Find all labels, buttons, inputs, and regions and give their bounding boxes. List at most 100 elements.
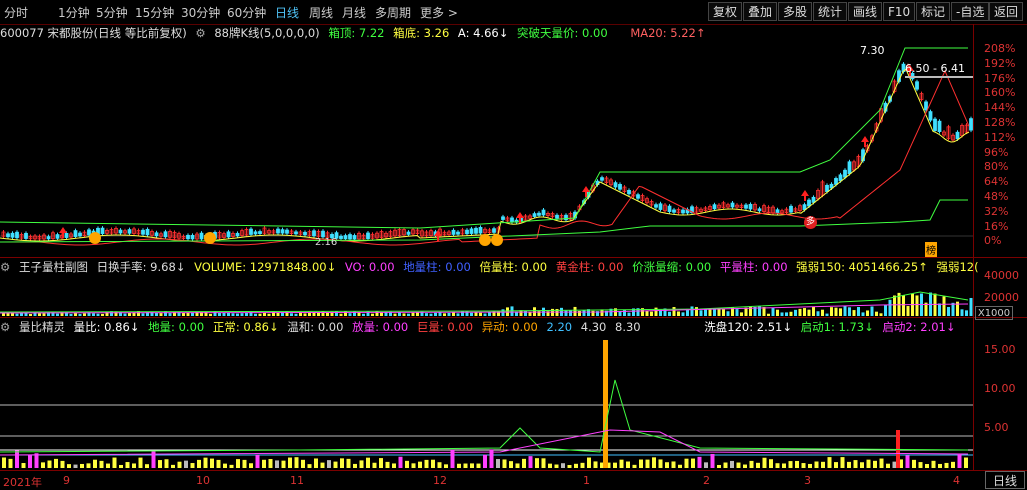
- volume-bar: [524, 310, 527, 316]
- ratio-bar: [574, 463, 578, 468]
- ratio-bar: [587, 457, 591, 468]
- candle-body: [199, 232, 204, 240]
- volume-bar: [726, 311, 730, 316]
- volume-bar: [794, 309, 797, 316]
- candle-body: [969, 118, 973, 131]
- candle-body: [258, 231, 262, 235]
- candle-body: [636, 194, 640, 199]
- candle-body: [15, 231, 19, 239]
- long-marker: 多: [804, 216, 817, 229]
- x-label-month: 1: [583, 474, 590, 487]
- x-label-year: 2021年: [3, 476, 42, 489]
- ratio-bar: [2, 457, 6, 468]
- candle-body: [730, 202, 735, 208]
- ratio-bar: [912, 459, 916, 468]
- volume-bar: [245, 312, 248, 316]
- ratio-bar: [307, 464, 312, 468]
- volume-bar: [425, 313, 428, 316]
- volume-bar: [695, 307, 698, 316]
- ratio-bar: [808, 463, 812, 468]
- ratio-bar: [333, 461, 338, 468]
- ratio-bar: [684, 458, 689, 468]
- volume-bar: [780, 312, 784, 316]
- chart-canvas[interactable]: [0, 0, 1027, 490]
- volume-bar: [812, 307, 815, 316]
- candle-body: [73, 230, 78, 237]
- ratio-bar: [301, 459, 305, 468]
- candle-body: [825, 184, 829, 192]
- ratio-bar: [821, 461, 825, 468]
- volume-bar: [182, 312, 185, 316]
- ratio-bar: [275, 460, 279, 468]
- ratio-bar: [145, 464, 149, 468]
- candle-body: [87, 229, 91, 236]
- ratio-bar: [340, 458, 344, 468]
- candle-body: [145, 228, 150, 236]
- volume-bar: [947, 306, 950, 316]
- ratio-bar: [736, 462, 741, 468]
- volume-bar: [96, 313, 100, 316]
- volume-bar: [582, 310, 586, 316]
- spike-bar: [603, 340, 608, 468]
- volume-bar: [573, 306, 577, 316]
- volume-bar: [101, 313, 104, 316]
- ratio-bar: [151, 450, 156, 468]
- box-top-line: [0, 47, 968, 229]
- ratio-bar: [262, 459, 266, 468]
- x-label-month: 12: [433, 474, 447, 487]
- ratio-bar: [431, 459, 435, 468]
- ratio-bar: [366, 457, 370, 468]
- ratio-bar: [125, 462, 130, 468]
- ratio-bar: [723, 462, 728, 468]
- ratio-bar: [528, 456, 533, 468]
- volume-bar: [29, 313, 32, 316]
- candle-body: [811, 196, 816, 203]
- ratio-bar: [645, 459, 650, 468]
- ratio-bar: [632, 464, 637, 468]
- volume-ma-line: [0, 291, 969, 313]
- signal-icon: [491, 234, 503, 246]
- y-tick-label: 16%: [984, 219, 1009, 233]
- ratio-bar: [886, 463, 890, 468]
- candle-body: [465, 229, 469, 235]
- ratio-bar: [691, 458, 695, 468]
- candle-body: [78, 232, 82, 237]
- volume-bar: [888, 299, 892, 316]
- candle-body: [744, 204, 748, 209]
- ratio-bar: [827, 457, 832, 468]
- volume-bar: [870, 306, 874, 316]
- period-button[interactable]: 日线: [985, 471, 1025, 489]
- volume-bar: [771, 307, 775, 316]
- ratio-bar: [437, 462, 442, 468]
- candle-body: [55, 234, 60, 239]
- ratio-bar: [483, 454, 487, 468]
- ratio-bar: [730, 460, 734, 468]
- ratio-bar: [372, 462, 377, 468]
- volume-bar: [623, 309, 626, 316]
- ranking-badge[interactable]: 榜: [925, 242, 937, 257]
- candle-body: [64, 232, 69, 238]
- ratio-bar: [424, 459, 429, 468]
- volume-bar: [965, 310, 968, 316]
- ratio-bar: [242, 459, 247, 468]
- ratio-bar: [119, 464, 123, 468]
- volume-bar: [843, 305, 847, 316]
- up-arrow-icon: [801, 190, 809, 201]
- volume-bar: [830, 307, 833, 316]
- volume-bar: [276, 312, 280, 316]
- volume-bar: [893, 295, 896, 316]
- volume-bar: [875, 311, 878, 316]
- y-tick-label: 128%: [984, 116, 1016, 129]
- volume-bar: [749, 306, 752, 316]
- candle-body: [406, 231, 411, 235]
- candle-body: [285, 229, 289, 234]
- ratio-bar: [847, 461, 851, 468]
- y-tick-label: 96%: [984, 145, 1009, 159]
- volume-bar: [222, 312, 226, 316]
- ratio-bar: [86, 463, 91, 468]
- y-tick-label: 160%: [984, 86, 1016, 100]
- candle-body: [276, 228, 280, 234]
- candle-body: [127, 229, 132, 234]
- ratio-bar: [398, 456, 403, 468]
- ratio-bar: [931, 460, 936, 468]
